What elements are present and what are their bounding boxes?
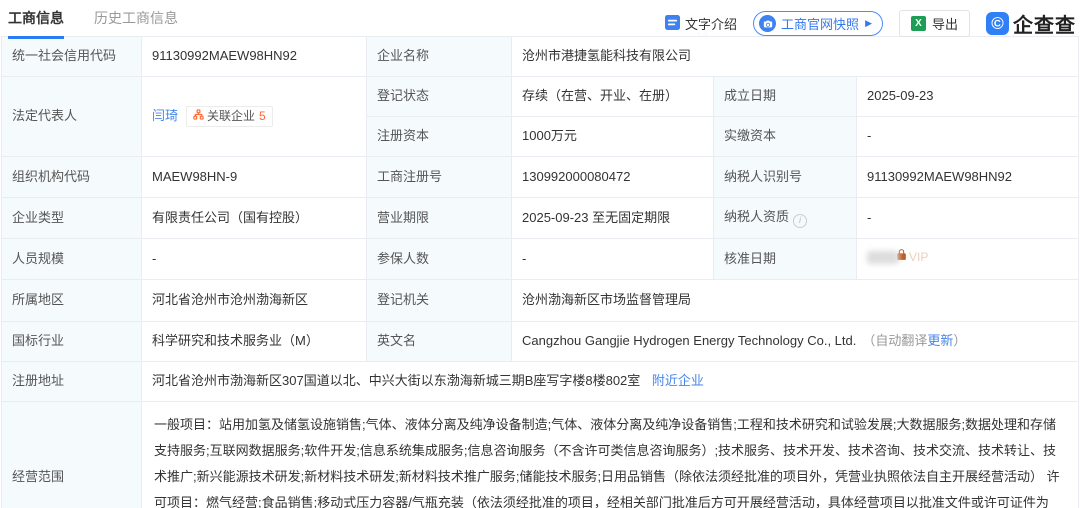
export-label: 导出: [931, 17, 958, 32]
establish-date-value: 2025-09-23: [856, 76, 1079, 117]
reg-authority-label: 登记机关: [366, 279, 512, 322]
staff-size-value: -: [141, 238, 367, 280]
reg-capital-value: 1000万元: [511, 116, 714, 157]
qichacha-logo-text: 企查查: [1013, 15, 1076, 37]
table-row: 所属地区 河北省沧州市沧州渤海新区 登记机关 沧州渤海新区市场监督管理局: [1, 279, 1079, 322]
taxpayer-quality-label: 纳税人资质 i: [713, 197, 857, 239]
company-type-value: 有限责任公司（国有控股）: [141, 197, 367, 239]
business-info-panel: 8FVYE4H 8FVYE4H 8FVYE4H 8FVYE4H 8FVYE4H …: [0, 0, 1080, 508]
legal-rep-value: 闫琦 关联企业 5: [141, 76, 367, 157]
org-code-value: MAEW98HN-9: [141, 156, 367, 198]
paid-capital-value: -: [856, 116, 1079, 157]
legal-rep-link[interactable]: 闫琦: [152, 108, 178, 123]
reg-authority-value: 沧州渤海新区市场监督管理局: [511, 279, 1079, 322]
business-info-table: 统一社会信用代码 91130992MAEW98HN92 企业名称 沧州市港捷氢能…: [1, 36, 1079, 508]
taxpayer-id-value: 91130992MAEW98HN92: [856, 156, 1079, 198]
header: 工商信息 历史工商信息 文字介绍 工商官网快照 ▶ X 导出 © 企查查: [0, 0, 1080, 39]
vip-locked-value[interactable]: VIP: [867, 248, 928, 267]
english-name-label: 英文名: [366, 321, 512, 362]
reg-address-label: 注册地址: [1, 361, 142, 402]
blurred-text: [867, 251, 899, 265]
company-type-label: 企业类型: [1, 197, 142, 239]
excel-icon: X: [910, 16, 926, 31]
business-term-label: 营业期限: [366, 197, 512, 239]
english-name-value: Cangzhou Gangjie Hydrogen Energy Technol…: [511, 321, 1079, 362]
company-name-label: 企业名称: [366, 36, 512, 77]
tab-bar: 工商信息 历史工商信息: [8, 8, 178, 39]
chevron-right-icon: ▶: [865, 18, 872, 28]
industry-label: 国标行业: [1, 321, 142, 362]
unified-code-label: 统一社会信用代码: [1, 36, 142, 77]
export-button[interactable]: X 导出: [898, 10, 970, 37]
table-row: 法定代表人 闫琦 关联企业 5 登记状态 存续（在营、开业、在册） 成立日期 202…: [1, 76, 1079, 157]
insured-count-label: 参保人数: [366, 238, 512, 280]
camera-icon: [759, 15, 777, 32]
reg-status-value: 存续（在营、开业、在册）: [511, 76, 714, 117]
approval-date-value: VIP: [856, 238, 1079, 280]
table-row: 组织机构代码 MAEW98HN-9 工商注册号 130992000080472 …: [1, 156, 1079, 198]
table-row: 统一社会信用代码 91130992MAEW98HN92 企业名称 沧州市港捷氢能…: [1, 36, 1079, 77]
reg-capital-label: 注册资本: [366, 116, 512, 157]
org-chart-icon: [193, 108, 204, 125]
taxpayer-id-label: 纳税人识别号: [713, 156, 857, 198]
staff-size-label: 人员规模: [1, 238, 142, 280]
official-snapshot-button[interactable]: 工商官网快照 ▶: [753, 11, 883, 36]
related-companies-badge[interactable]: 关联企业 5: [186, 105, 273, 128]
reg-number-label: 工商注册号: [366, 156, 512, 198]
business-scope-label: 经营范围: [1, 401, 142, 508]
info-icon[interactable]: i: [793, 213, 808, 228]
business-scope-value: 一般项目：站用加氢及储氢设施销售;气体、液体分离及纯净设备制造;气体、液体分离及…: [141, 401, 1079, 508]
insured-count-value: -: [511, 238, 714, 280]
reg-address-value: 河北省沧州市渤海新区307国道以北、中兴大街以东渤海新城三期B座写字楼8楼802…: [141, 361, 1079, 402]
nearby-companies-link[interactable]: 附近企业: [652, 373, 704, 388]
tab-history-business-info[interactable]: 历史工商信息: [94, 8, 178, 39]
text-intro-label: 文字介绍: [685, 17, 738, 32]
related-companies-count: 5: [259, 108, 266, 123]
taxpayer-quality-value: -: [856, 197, 1079, 239]
industry-value: 科学研究和技术服务业（M）: [141, 321, 367, 362]
vip-badge: VIP: [909, 249, 929, 264]
toolbar: 文字介绍 工商官网快照 ▶ X 导出 © 企查查: [665, 9, 1076, 38]
table-row: 企业类型 有限责任公司（国有控股） 营业期限 2025-09-23 至无固定期限…: [1, 197, 1079, 239]
table-row: 国标行业 科学研究和技术服务业（M） 英文名 Cangzhou Gangjie …: [1, 321, 1079, 362]
qichacha-logo-icon: ©: [986, 12, 1009, 35]
official-snapshot-label: 工商官网快照: [781, 17, 860, 32]
related-companies-label: 关联企业: [207, 108, 256, 123]
tab-business-info[interactable]: 工商信息: [8, 8, 64, 39]
business-term-value: 2025-09-23 至无固定期限: [511, 197, 714, 239]
update-translation-link[interactable]: 更新: [927, 333, 953, 348]
approval-date-label: 核准日期: [713, 238, 857, 280]
table-row: 注册地址 河北省沧州市渤海新区307国道以北、中兴大街以东渤海新城三期B座写字楼…: [1, 361, 1079, 402]
company-name-value: 沧州市港捷氢能科技有限公司: [511, 36, 1079, 77]
region-label: 所属地区: [1, 279, 142, 322]
reg-status-label: 登记状态: [366, 76, 512, 117]
qichacha-logo[interactable]: © 企查查: [986, 9, 1076, 38]
document-lines-icon: [665, 14, 681, 33]
region-value: 河北省沧州市沧州渤海新区: [141, 279, 367, 322]
text-intro-button[interactable]: 文字介绍: [665, 14, 737, 33]
table-row: 人员规模 - 参保人数 - 核准日期 VIP: [1, 238, 1079, 280]
reg-number-value: 130992000080472: [511, 156, 714, 198]
legal-rep-label: 法定代表人: [1, 76, 142, 157]
org-code-label: 组织机构代码: [1, 156, 142, 198]
table-row: 经营范围 一般项目：站用加氢及储氢设施销售;气体、液体分离及纯净设备制造;气体、…: [1, 401, 1079, 508]
unified-code-value: 91130992MAEW98HN92: [141, 36, 367, 77]
auto-translate-note: （自动翻译更新）: [862, 333, 967, 349]
establish-date-label: 成立日期: [713, 76, 857, 117]
paid-capital-label: 实缴资本: [713, 116, 857, 157]
